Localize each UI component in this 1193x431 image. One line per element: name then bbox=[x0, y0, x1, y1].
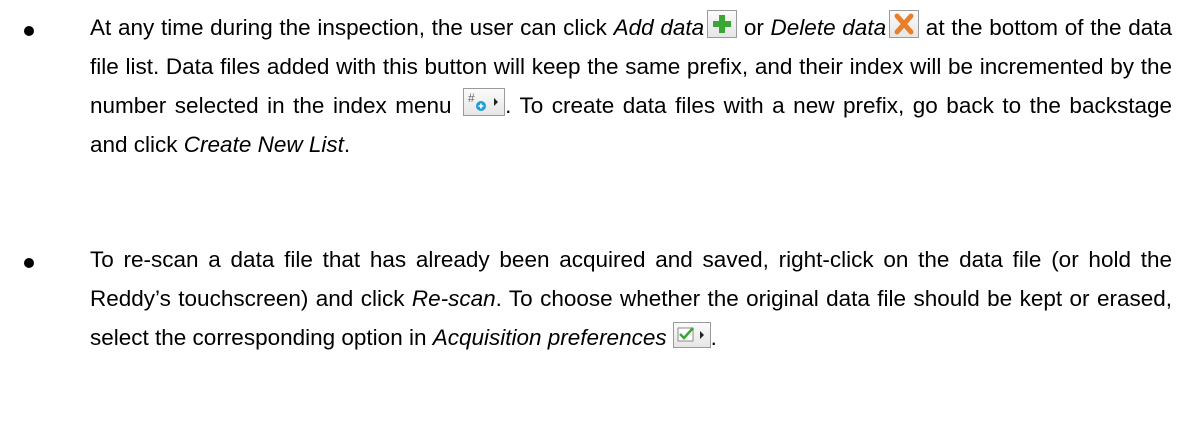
bullet-dot bbox=[24, 26, 34, 36]
create-new-list-label: Create New List bbox=[183, 132, 344, 157]
delete-data-icon[interactable] bbox=[889, 10, 920, 38]
acquisition-preferences-label: Acquisition preferences bbox=[432, 325, 667, 350]
text-segment: or bbox=[737, 15, 771, 40]
delete-data-label: Delete data bbox=[770, 15, 887, 40]
text-segment: At any time during the inspection, the u… bbox=[90, 15, 614, 40]
text-segment: . bbox=[710, 325, 717, 350]
bullet-dot bbox=[24, 258, 34, 268]
rescan-label: Re-scan bbox=[411, 286, 496, 311]
paragraph-rescan: To re-scan a data file that has already … bbox=[90, 240, 1172, 357]
add-data-icon[interactable] bbox=[707, 10, 738, 38]
paragraph-add-delete: At any time during the inspection, the u… bbox=[90, 8, 1172, 164]
acquisition-preferences-icon[interactable] bbox=[672, 322, 711, 348]
svg-text:#: # bbox=[468, 91, 475, 105]
index-menu-icon[interactable]: # bbox=[463, 88, 506, 116]
add-data-label: Add data bbox=[613, 15, 705, 40]
text-segment: . bbox=[343, 132, 351, 157]
